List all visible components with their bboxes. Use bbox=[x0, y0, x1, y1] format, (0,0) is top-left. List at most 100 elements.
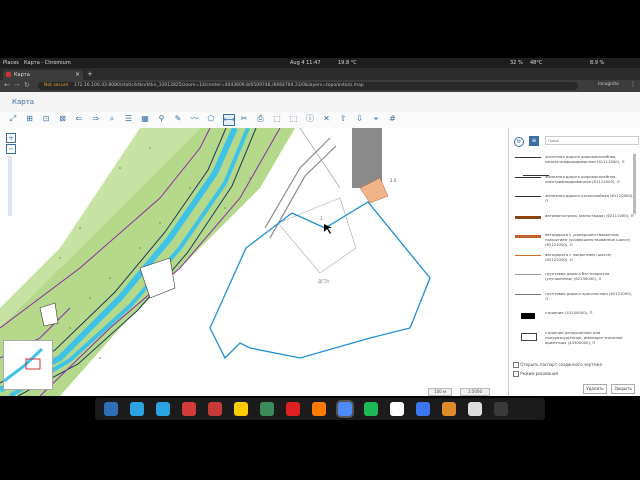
skype-icon[interactable] bbox=[156, 402, 170, 416]
incognito-label: Incognito bbox=[598, 82, 619, 87]
grid-icon[interactable]: # bbox=[388, 114, 398, 124]
open-passport-option[interactable]: Открыть паспорт созданного чертежа bbox=[513, 362, 602, 368]
browser-menu-icon[interactable]: ⋮ bbox=[630, 81, 636, 88]
overview-map[interactable] bbox=[3, 340, 53, 390]
tab-close-icon[interactable]: × bbox=[75, 71, 80, 78]
spotify-icon[interactable] bbox=[364, 402, 378, 416]
clock[interactable]: Aug 4 11:47 bbox=[290, 60, 321, 66]
settings-icon[interactable]: ⚙ bbox=[514, 137, 524, 147]
zoom-extent-icon[interactable]: ⊡ bbox=[41, 114, 51, 124]
browser-tab[interactable]: Карта × bbox=[3, 70, 83, 80]
legend-symbol bbox=[521, 313, 535, 319]
tab-title: Карта bbox=[14, 72, 30, 78]
telegram-icon[interactable] bbox=[130, 402, 144, 416]
forward-nav-icon[interactable]: → bbox=[14, 81, 20, 89]
tor-icon[interactable] bbox=[260, 402, 274, 416]
vivaldi-icon[interactable] bbox=[208, 402, 222, 416]
edit-icon[interactable]: ✎ bbox=[173, 114, 183, 124]
legend-symbol bbox=[515, 293, 541, 295]
legend-scrollbar[interactable] bbox=[633, 154, 636, 214]
open-passport-label: Открыть паспорт созданного чертежа bbox=[520, 362, 602, 367]
legend-item-label: железная дорога ширококолейная, электриф… bbox=[545, 173, 620, 184]
firefox-icon[interactable] bbox=[312, 402, 326, 416]
layers-icon[interactable]: ☰ bbox=[124, 114, 134, 124]
fit-icon[interactable]: ⊞ bbox=[25, 114, 35, 124]
back-icon[interactable]: ⇐ bbox=[74, 114, 84, 124]
chromium-icon[interactable] bbox=[338, 402, 352, 416]
settings-icon[interactable] bbox=[468, 402, 482, 416]
downloader-icon[interactable] bbox=[442, 402, 456, 416]
pin-icon[interactable]: ⚲ bbox=[157, 114, 167, 124]
places-menu[interactable]: Places bbox=[3, 60, 19, 66]
expand-icon[interactable]: ⤢ bbox=[8, 114, 18, 124]
export-icon[interactable]: ⇧ bbox=[338, 114, 348, 124]
drawing-mode-option[interactable]: Режим рисования bbox=[513, 371, 558, 377]
not-secure-label[interactable]: Not secure bbox=[44, 83, 68, 88]
system-top-bar: Places Карта - Chromium Aug 4 11:47 19.8… bbox=[0, 58, 640, 68]
table-icon[interactable]: ▦ bbox=[140, 114, 150, 124]
webstorm-icon[interactable] bbox=[234, 402, 248, 416]
road-line-3 bbox=[299, 128, 341, 189]
legend-symbol bbox=[515, 274, 541, 275]
zoom-in-button[interactable]: + bbox=[6, 133, 16, 143]
legend-search-input[interactable] bbox=[545, 136, 639, 145]
split-icon[interactable]: ✂ bbox=[239, 114, 249, 124]
road-line-2 bbox=[269, 145, 337, 239]
delete-icon[interactable]: ✕ bbox=[322, 114, 332, 124]
legend-symbol bbox=[515, 235, 541, 238]
overview-svg bbox=[3, 347, 44, 383]
polyline-icon[interactable]: 〰 bbox=[190, 114, 200, 124]
print-icon[interactable]: ⎙ bbox=[256, 114, 266, 124]
drawing-mode-label: Режим рисования bbox=[520, 371, 558, 376]
files-icon[interactable] bbox=[104, 402, 118, 416]
weather: 19.8 °C bbox=[338, 60, 357, 66]
zoom-slider[interactable] bbox=[8, 156, 12, 216]
zoom-select-icon[interactable]: ⊠ bbox=[58, 114, 68, 124]
snap-icon[interactable]: ⌖ bbox=[371, 114, 381, 124]
legend-list[interactable]: железная дорога ширококолейная, неэлектр… bbox=[509, 154, 637, 354]
new-tab-button[interactable]: + bbox=[87, 70, 93, 78]
address-bar[interactable]: Not secure 172.16.100.43:8080/static/ktk… bbox=[38, 82, 578, 90]
parcel-outline bbox=[277, 197, 357, 274]
legend-symbol bbox=[521, 332, 537, 341]
legend-item-label: грунтовая дорога проселочная (62132000),… bbox=[545, 290, 633, 301]
map-label: ДСТА bbox=[318, 279, 329, 284]
search-icon[interactable]: ⌕ bbox=[107, 114, 117, 124]
scale-bar: 100 м bbox=[428, 388, 452, 396]
signal-icon[interactable] bbox=[416, 402, 430, 416]
scale-ratio[interactable]: 1:5000 bbox=[460, 388, 490, 396]
reload-icon[interactable]: ↻ bbox=[24, 81, 30, 89]
legend-item-label: строение разрушенное или полуразрушенное… bbox=[545, 329, 623, 345]
open-passport-checkbox[interactable] bbox=[513, 362, 519, 368]
mem-stat: 8.9 % bbox=[590, 60, 605, 66]
legend-symbol bbox=[515, 215, 541, 219]
drawing-mode-checkbox[interactable] bbox=[513, 371, 519, 377]
legend-symbol bbox=[515, 176, 541, 178]
forward-icon[interactable]: ⇒ bbox=[91, 114, 101, 124]
notion-icon[interactable] bbox=[390, 402, 404, 416]
import-icon[interactable]: ⇩ bbox=[355, 114, 365, 124]
url-text: 172.16.100.43:8080/static/ktkn/ktkn_3301… bbox=[74, 83, 364, 88]
multi-select-icon[interactable]: ⬚ bbox=[289, 114, 299, 124]
calendar-icon[interactable] bbox=[182, 402, 196, 416]
measure-icon[interactable]: ⟷ bbox=[222, 114, 235, 126]
page-title: Карта bbox=[12, 98, 35, 106]
legend-list-icon[interactable]: ≡ bbox=[529, 136, 539, 146]
cpu-stat: 32 % bbox=[510, 60, 523, 66]
favicon-icon bbox=[6, 72, 11, 77]
temp-stat: 48°C bbox=[530, 60, 543, 66]
delete-button[interactable]: Удалить bbox=[583, 384, 607, 394]
legend-item-label: грунтовая дорога без покрытия (улучшенна… bbox=[545, 271, 610, 281]
back-nav-icon[interactable]: ← bbox=[4, 81, 10, 89]
opera-icon[interactable] bbox=[286, 402, 300, 416]
screenshot-icon[interactable] bbox=[494, 402, 508, 416]
info-icon[interactable]: ⓘ bbox=[305, 114, 315, 124]
polygon-icon[interactable]: ⬠ bbox=[206, 114, 216, 124]
close-button[interactable]: Закрыть bbox=[611, 384, 635, 394]
zoom-out-button[interactable]: − bbox=[6, 144, 16, 154]
legend-panel: ⚙ ≡ железная дорога ширококолейная, неэл… bbox=[508, 128, 640, 396]
legend-symbol bbox=[515, 196, 541, 197]
map-canvas[interactable]: ДСТА 1 2.0 + − 100 м 1:5000 bbox=[0, 128, 508, 396]
map-svg[interactable]: ДСТА 1 2.0 bbox=[0, 128, 508, 396]
select-icon[interactable]: ⬚ bbox=[272, 114, 282, 124]
